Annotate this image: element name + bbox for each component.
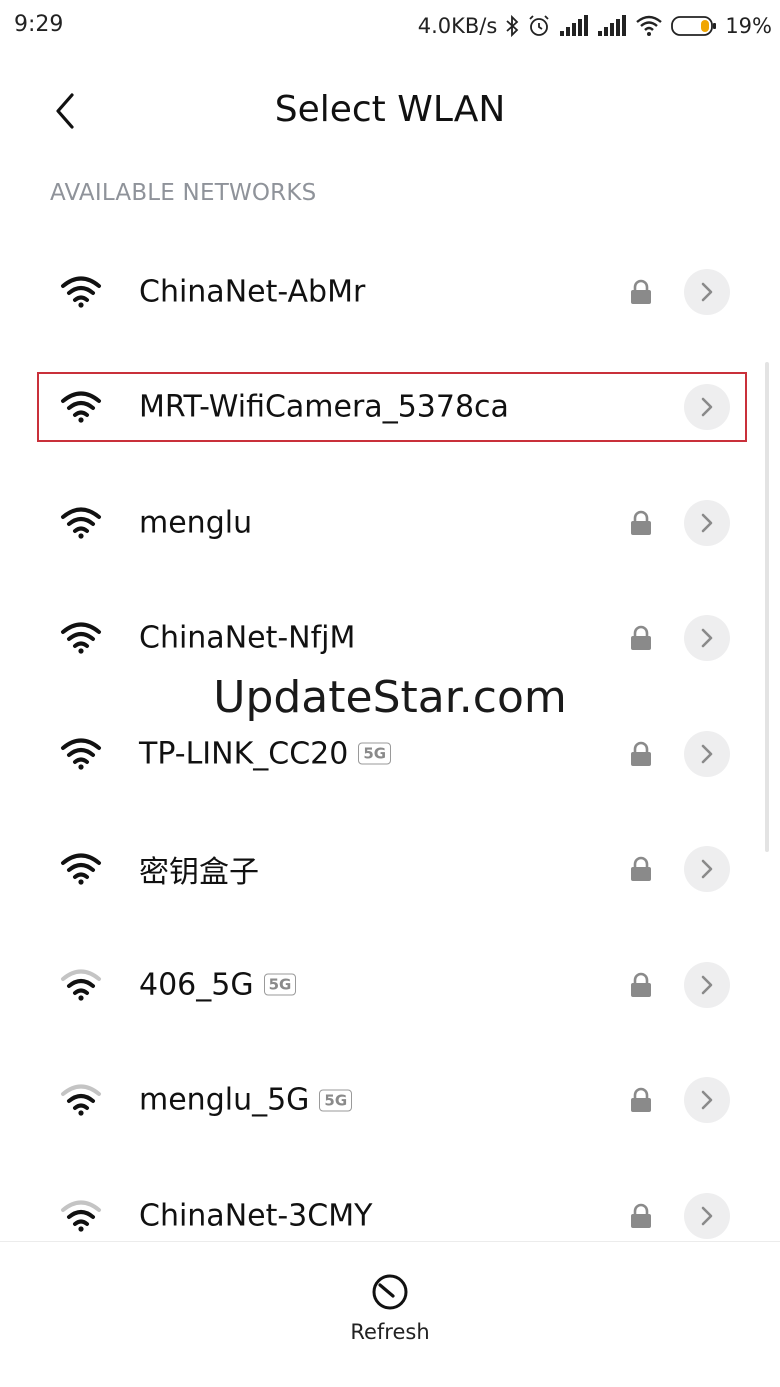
refresh-label: Refresh bbox=[350, 1320, 430, 1344]
network-row[interactable]: 密钥盒子 bbox=[0, 812, 780, 928]
network-name: ChinaNet-AbMr bbox=[139, 274, 365, 309]
section-label: AVAILABLE NETWORKS bbox=[50, 180, 317, 206]
network-detail-button[interactable] bbox=[684, 268, 730, 315]
network-ssid: menglu_5G bbox=[139, 1082, 310, 1118]
chevron-right-icon bbox=[701, 513, 713, 533]
status-time: 9:29 bbox=[14, 12, 64, 37]
network-ssid: ChinaNet-AbMr bbox=[139, 274, 366, 310]
status-bar: 9:29 4.0KB/s 19% bbox=[0, 0, 780, 54]
wifi-signal-icon bbox=[61, 1200, 101, 1232]
network-name: menglu_5G 5G bbox=[139, 1082, 353, 1118]
highlight-box bbox=[37, 372, 747, 442]
battery-icon bbox=[671, 16, 717, 36]
battery-percent: 19% bbox=[725, 14, 772, 38]
network-ssid: 406_5G bbox=[139, 967, 254, 1003]
network-row[interactable]: 406_5G 5G bbox=[0, 927, 780, 1043]
network-row[interactable]: menglu_5G 5G bbox=[0, 1043, 780, 1159]
network-name: TP-LINK_CC20 5G bbox=[139, 736, 392, 772]
wifi-status-icon bbox=[636, 15, 663, 36]
network-detail-button[interactable] bbox=[684, 961, 730, 1008]
band-badge: 5G bbox=[263, 973, 297, 996]
chevron-right-icon bbox=[701, 744, 713, 764]
chevron-right-icon bbox=[701, 282, 713, 302]
wifi-signal-icon bbox=[61, 622, 101, 654]
network-name: 406_5G 5G bbox=[139, 967, 297, 1003]
network-ssid: TP-LINK_CC20 bbox=[139, 736, 349, 772]
network-speed: 4.0KB/s bbox=[417, 14, 498, 38]
lock-icon bbox=[631, 741, 651, 766]
scrollbar[interactable] bbox=[765, 362, 769, 852]
status-icons: 4.0KB/s 19% bbox=[418, 10, 772, 42]
bluetooth-icon bbox=[506, 14, 519, 38]
network-detail-button[interactable] bbox=[684, 499, 730, 546]
lock-icon bbox=[631, 1087, 651, 1113]
wifi-signal-icon bbox=[61, 853, 101, 885]
watermark: UpdateStar.com bbox=[213, 672, 567, 723]
wifi-signal-icon bbox=[61, 276, 101, 308]
refresh-button[interactable]: Refresh bbox=[330, 1272, 450, 1362]
page-title: Select WLAN bbox=[274, 89, 506, 130]
lock-icon bbox=[631, 1203, 651, 1228]
network-row[interactable]: ChinaNet-AbMr bbox=[0, 234, 780, 350]
lock-icon bbox=[631, 625, 651, 651]
alarm-icon bbox=[529, 15, 549, 36]
chevron-right-icon bbox=[701, 628, 713, 648]
network-ssid: 密钥盒子 bbox=[139, 855, 259, 891]
network-detail-button[interactable] bbox=[684, 730, 730, 777]
network-name: menglu bbox=[139, 505, 252, 540]
band-badge: 5G bbox=[358, 742, 392, 765]
network-ssid: ChinaNet-NfjM bbox=[139, 620, 356, 656]
cell-signal-icon-2 bbox=[598, 15, 627, 36]
wifi-signal-icon bbox=[61, 1084, 101, 1116]
network-name: ChinaNet-NfjM bbox=[139, 621, 355, 656]
refresh-icon bbox=[372, 1274, 408, 1310]
wifi-signal-icon bbox=[61, 969, 101, 1001]
network-row[interactable]: menglu bbox=[0, 465, 780, 581]
network-name: ChinaNet-3CMY bbox=[139, 1198, 372, 1233]
lock-icon bbox=[631, 279, 651, 304]
network-ssid: menglu bbox=[139, 505, 253, 541]
chevron-right-icon bbox=[701, 859, 713, 879]
band-badge: 5G bbox=[319, 1089, 353, 1112]
network-detail-button[interactable] bbox=[684, 846, 730, 893]
lock-icon bbox=[631, 972, 651, 997]
network-detail-button[interactable] bbox=[684, 1192, 730, 1239]
wifi-signal-icon bbox=[61, 507, 101, 539]
chevron-right-icon bbox=[701, 975, 713, 995]
lock-icon bbox=[631, 856, 651, 882]
chevron-right-icon bbox=[701, 1206, 713, 1226]
bottom-bar: Refresh bbox=[0, 1241, 780, 1387]
chevron-right-icon bbox=[701, 1090, 713, 1110]
network-detail-button[interactable] bbox=[684, 615, 730, 662]
network-detail-button[interactable] bbox=[684, 1077, 730, 1124]
lock-icon bbox=[631, 510, 651, 535]
cell-signal-icon bbox=[560, 15, 589, 36]
network-name: 密钥盒子 bbox=[139, 847, 259, 891]
wifi-signal-icon bbox=[61, 738, 101, 770]
network-ssid: ChinaNet-3CMY bbox=[139, 1198, 373, 1234]
